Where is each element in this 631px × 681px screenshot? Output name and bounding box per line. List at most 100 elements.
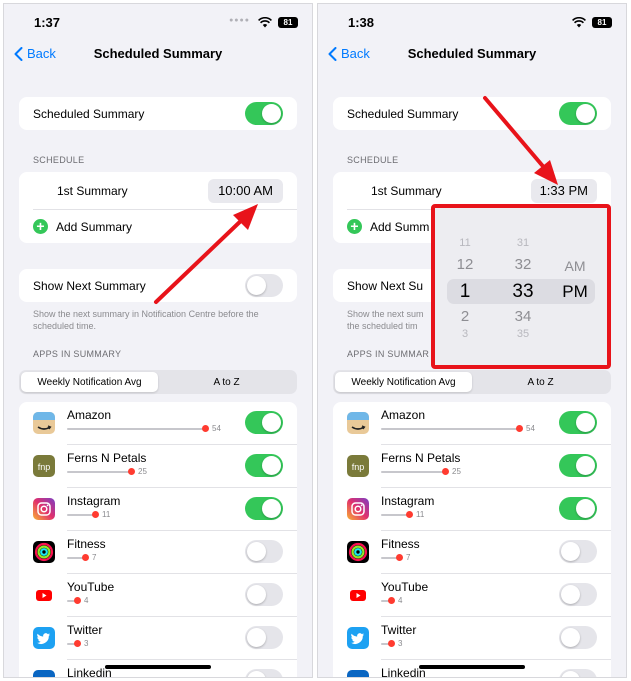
svg-text:fnp: fnp	[38, 462, 51, 472]
app-name: Ferns N Petals	[381, 451, 461, 465]
navigation-bar: Back Scheduled Summary	[4, 44, 312, 66]
picker-minute-selected: 33	[512, 281, 534, 302]
segment-weekly-avg[interactable]: Weekly Notification Avg	[21, 372, 158, 392]
status-time: 1:37	[34, 15, 61, 30]
instagram-icon	[347, 498, 369, 520]
first-summary-time-button[interactable]: 10:00 AM	[208, 178, 283, 203]
notification-bar-marker	[74, 640, 81, 647]
picker-hour: 3	[461, 328, 469, 340]
picker-hour: 12	[456, 256, 474, 273]
youtube-icon	[33, 584, 55, 606]
app-row-fitness: Fitness 7	[333, 531, 611, 574]
app-toggle[interactable]	[245, 669, 283, 677]
add-summary-row[interactable]: + Add Summary	[19, 209, 297, 244]
first-summary-time-button[interactable]: 1:33 PM	[530, 178, 597, 203]
picker-period: AM	[564, 258, 586, 274]
notification-bar	[67, 471, 131, 473]
apps-list: Amazon 54 fnp Ferns N Petals 25 Instagram 11 Fi…	[19, 402, 297, 677]
app-row-amazon: Amazon 54	[333, 402, 611, 445]
scheduled-summary-card: Scheduled Summary	[19, 97, 297, 130]
scheduled-summary-toggle[interactable]	[245, 102, 283, 125]
fitness-icon	[347, 541, 369, 563]
page-title: Scheduled Summary	[407, 46, 537, 61]
status-bar: 1:37 ●●●● 81	[4, 13, 312, 33]
notification-bar	[67, 428, 205, 430]
app-toggle[interactable]	[245, 626, 283, 649]
battery-icon: 81	[592, 17, 612, 28]
first-summary-row[interactable]: 1st Summary 10:00 AM	[19, 173, 297, 208]
app-name: Amazon	[67, 408, 112, 422]
app-toggle[interactable]	[245, 540, 283, 563]
picker-minute: 31	[516, 237, 530, 249]
linkedin-icon: in	[347, 670, 369, 678]
show-next-card: Show Next Summary	[19, 269, 297, 302]
app-toggle[interactable]	[559, 497, 597, 520]
ferns-n-petals-icon: fnp	[347, 455, 369, 477]
app-name: YouTube	[381, 580, 429, 594]
notification-bar-marker	[92, 511, 99, 518]
notification-bar-marker	[406, 511, 413, 518]
app-name: Ferns N Petals	[67, 451, 147, 465]
svg-text:in: in	[353, 677, 363, 678]
scheduled-summary-row: Scheduled Summary	[333, 96, 611, 131]
app-toggle[interactable]	[559, 626, 597, 649]
amazon-icon	[33, 412, 55, 434]
first-summary-row[interactable]: 1st Summary 1:33 PM	[333, 173, 611, 208]
picker-hour: 11	[459, 237, 471, 249]
app-name: Instagram	[67, 494, 121, 508]
time-picker[interactable]: 11 12 1 2 3 31 32 33 34 35 AM PM	[431, 204, 611, 369]
home-indicator	[419, 665, 525, 669]
show-next-toggle[interactable]	[245, 274, 283, 297]
notification-bar-marker	[128, 468, 135, 475]
app-name: Twitter	[67, 623, 103, 637]
ferns-n-petals-icon: fnp	[33, 455, 55, 477]
notification-bar-marker	[396, 554, 403, 561]
segment-a-to-z[interactable]: A to Z	[158, 372, 295, 392]
notification-bar-marker	[388, 640, 395, 647]
notification-bar-marker	[74, 597, 81, 604]
fitness-icon	[33, 541, 55, 563]
battery-icon: 81	[278, 17, 298, 28]
scheduled-summary-toggle[interactable]	[559, 102, 597, 125]
sort-segmented-control: Weekly Notification Avg A to Z	[333, 370, 611, 394]
app-row-twitter: Twitter 3	[333, 617, 611, 660]
app-name: Twitter	[381, 623, 417, 637]
scheduled-summary-row: Scheduled Summary	[19, 96, 297, 131]
app-name: Fitness	[67, 537, 106, 551]
apps-header: APPS IN SUMMARY	[33, 349, 122, 359]
notification-count: 7	[92, 553, 97, 562]
home-indicator	[105, 665, 211, 669]
cellular-icon: ●●●●	[229, 17, 250, 24]
phone-screen-after: 1:38 81 Back Scheduled Summary Scheduled…	[317, 3, 627, 678]
app-toggle[interactable]	[559, 411, 597, 434]
picker-period-selected: PM	[562, 282, 588, 301]
app-toggle[interactable]	[245, 497, 283, 520]
notification-count: 11	[416, 510, 425, 519]
app-toggle[interactable]	[245, 454, 283, 477]
wifi-icon	[258, 17, 272, 28]
picker-hour-selected: 1	[459, 281, 471, 302]
app-toggle[interactable]	[559, 583, 597, 606]
twitter-icon	[347, 627, 369, 649]
app-toggle[interactable]	[245, 583, 283, 606]
apps-header: APPS IN SUMMAR	[347, 349, 430, 359]
app-row-fitness: Fitness 7	[19, 531, 297, 574]
notification-bar	[381, 514, 409, 516]
schedule-header: SCHEDULE	[33, 155, 85, 165]
scheduled-summary-label: Scheduled Summary	[347, 106, 459, 121]
wifi-icon	[572, 17, 586, 28]
app-name: Instagram	[381, 494, 435, 508]
app-toggle[interactable]	[559, 454, 597, 477]
notification-bar	[381, 428, 519, 430]
instagram-icon	[33, 498, 55, 520]
app-toggle[interactable]	[559, 540, 597, 563]
notification-bar	[381, 471, 445, 473]
app-toggle[interactable]	[559, 669, 597, 677]
first-summary-label: 1st Summary	[371, 183, 442, 198]
app-row-linkedin: inLinkedin	[19, 660, 297, 677]
segment-weekly-avg[interactable]: Weekly Notification Avg	[335, 372, 472, 392]
segment-a-to-z[interactable]: A to Z	[472, 372, 609, 392]
app-toggle[interactable]	[245, 411, 283, 434]
add-summary-label: Add Summary	[56, 219, 133, 234]
notification-count: 11	[102, 510, 111, 519]
